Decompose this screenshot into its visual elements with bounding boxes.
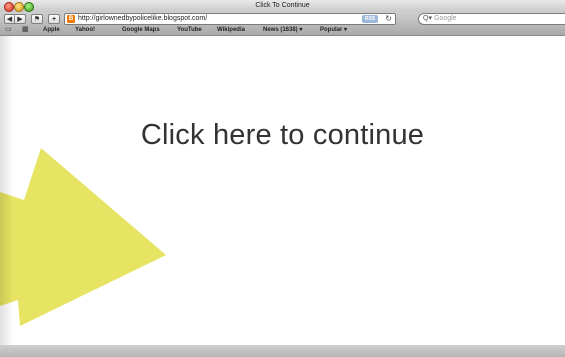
back-button[interactable]: ◀ xyxy=(4,14,15,24)
blogger-favicon-icon: B xyxy=(67,15,75,23)
address-bar[interactable]: B http://girlownedbypolicelike.blogspot.… xyxy=(64,13,396,25)
rss-icon[interactable]: RSS xyxy=(362,15,378,23)
search-placeholder: Google xyxy=(434,15,457,22)
reload-icon[interactable]: ↻ xyxy=(385,14,392,24)
pointer-arrow-icon xyxy=(0,148,166,326)
search-field[interactable]: Q▾ Google xyxy=(418,13,565,25)
add-bookmark-button[interactable]: + xyxy=(48,14,60,24)
address-url[interactable]: http://girlownedbypolicelike.blogspot.co… xyxy=(78,14,207,24)
grid-view-icon[interactable]: ▦ xyxy=(22,26,29,34)
bookmarks-bar: ▭ ▦ Apple Yahoo! Google Maps YouTube Wik… xyxy=(0,25,565,35)
bookmark-popular-menu[interactable]: Popular ▾ xyxy=(320,26,347,34)
title-bar[interactable]: Click To Continue xyxy=(0,0,565,12)
open-book-icon[interactable]: ▭ xyxy=(5,26,12,34)
page-content: Click here to continue xyxy=(0,36,565,345)
search-icon[interactable]: Q▾ xyxy=(423,14,432,24)
bookmark-apple[interactable]: Apple xyxy=(43,26,60,34)
bookmark-google-maps[interactable]: Google Maps xyxy=(122,26,160,34)
bookmark-wikipedia[interactable]: Wikipedia xyxy=(217,26,245,34)
window-title: Click To Continue xyxy=(255,2,310,9)
content-edge-shadow xyxy=(0,36,14,345)
bookmark-yahoo[interactable]: Yahoo! xyxy=(75,26,95,34)
bookmark-news-menu[interactable]: News (1638) ▾ xyxy=(263,26,302,34)
forward-button[interactable]: ▶ xyxy=(15,14,26,24)
bookmark-youtube[interactable]: YouTube xyxy=(177,26,202,34)
show-bookmarks-button[interactable]: ⚑ xyxy=(31,14,43,24)
browser-window: Click To Continue ◀ ▶ ⚑ + B http://girlo… xyxy=(0,0,565,357)
status-bar xyxy=(0,345,565,357)
